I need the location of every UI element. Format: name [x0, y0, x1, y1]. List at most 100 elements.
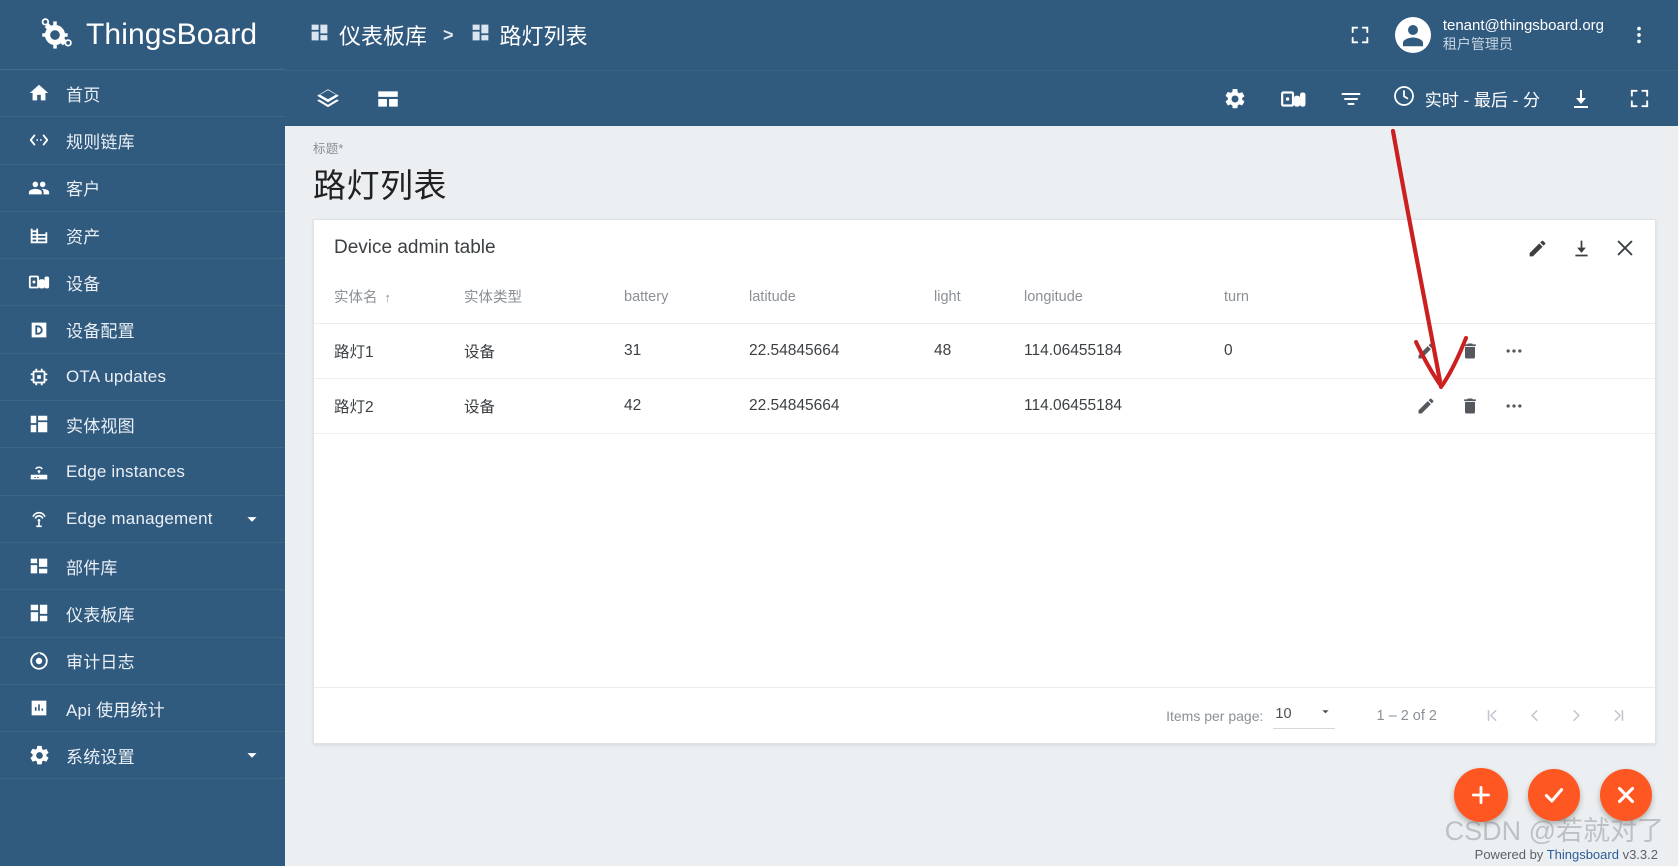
row-more-button[interactable] [1502, 339, 1526, 363]
gear-icon[interactable] [1218, 82, 1252, 116]
row-delete-button[interactable] [1458, 339, 1482, 363]
dashboard-toolbar: 实时 - 最后 - 分 [285, 70, 1678, 126]
thingsboard-app: ThingsBoard 首页 规则链库 客户 资产 设备 设备配置 OTA up… [0, 0, 1678, 866]
sidebar-item-label: Edge management [66, 508, 213, 528]
table-body: 路灯1 设备 31 22.54845664 48 114.06455184 0 [314, 323, 1655, 434]
chevron-down-icon[interactable] [241, 744, 263, 766]
edge-management-icon [26, 506, 52, 532]
row-edit-button[interactable] [1414, 394, 1438, 418]
column-header-battery[interactable]: battery [624, 276, 749, 324]
column-label: 实体名 [334, 290, 378, 306]
apply-changes-fab[interactable] [1528, 769, 1580, 821]
table-head: 实体名 ↑ 实体类型 battery latitude light longitu… [314, 276, 1655, 324]
breadcrumb-separator: > [443, 24, 454, 45]
footer-prefix: Powered by [1474, 847, 1547, 862]
cell-turn [1224, 378, 1414, 434]
previous-page-button[interactable] [1513, 695, 1555, 737]
table-header-row: 实体名 ↑ 实体类型 battery latitude light longitu… [314, 276, 1655, 324]
sidebar-item-label: 仪表板库 [66, 605, 135, 625]
sidebar-nav: 首页 规则链库 客户 资产 设备 设备配置 OTA updates 实体视图 E… [0, 70, 285, 866]
row-edit-button[interactable] [1414, 339, 1438, 363]
edit-widget-button[interactable] [1523, 234, 1551, 262]
last-page-button[interactable] [1597, 695, 1639, 737]
chevron-down-icon[interactable] [241, 508, 263, 530]
row-delete-button[interactable] [1458, 394, 1482, 418]
clock-icon [1392, 84, 1416, 113]
sidebar-item-audit-logs[interactable]: 审计日志 [0, 638, 285, 685]
timewindow-selector[interactable]: 实时 - 最后 - 分 [1392, 84, 1540, 113]
fullscreen-icon[interactable] [1622, 82, 1656, 116]
sidebar-item-home[interactable]: 首页 [0, 70, 285, 118]
sidebar-item-settings[interactable]: 系统设置 [0, 732, 285, 780]
cell-entity-type: 设备 [464, 323, 624, 379]
first-page-button[interactable] [1471, 695, 1513, 737]
sidebar-item-dashboards[interactable]: 仪表板库 [0, 590, 285, 638]
column-header-turn[interactable]: turn [1224, 276, 1414, 324]
dashboard-layout-icon[interactable] [371, 82, 405, 116]
table-empty-space [314, 434, 1655, 687]
widget-title: Device admin table [334, 237, 496, 258]
next-page-button[interactable] [1555, 695, 1597, 737]
add-widget-fab[interactable] [1454, 768, 1508, 822]
row-more-button[interactable] [1502, 394, 1526, 418]
sidebar-item-customers[interactable]: 客户 [0, 165, 285, 212]
sidebar: ThingsBoard 首页 规则链库 客户 资产 设备 设备配置 OTA up… [0, 0, 285, 866]
user-email: tenant@thingsboard.org [1442, 16, 1604, 34]
sidebar-item-label: 实体视图 [66, 416, 135, 436]
user-info: tenant@thingsboard.org 租户管理员 [1443, 17, 1604, 53]
cancel-changes-fab[interactable] [1600, 769, 1652, 821]
device-states-icon[interactable] [1276, 82, 1310, 116]
dashboard-title-field[interactable]: 标题* 路灯列表 [285, 126, 1678, 211]
dashboards-icon [26, 600, 52, 626]
sidebar-item-rule-chains[interactable]: 规则链库 [0, 117, 285, 165]
brand-header[interactable]: ThingsBoard [0, 0, 285, 70]
topbar-actions: tenant@thingsboard.org 租户管理员 [1343, 17, 1656, 53]
breadcrumb-item-dashboards[interactable]: 仪表板库 [309, 19, 427, 51]
sidebar-item-label: 审计日志 [66, 653, 135, 673]
device-admin-table-widget: Device admin table 实体名 ↑ 实体类型 battery la… [313, 219, 1656, 744]
cell-entity-name: 路灯2 [314, 378, 464, 434]
dashboard-body: 标题* 路灯列表 Device admin table 实体名 ↑ 实体类型 b… [285, 126, 1678, 866]
more-vert-icon[interactable] [1622, 18, 1656, 52]
user-menu[interactable]: tenant@thingsboard.org 租户管理员 [1394, 17, 1604, 53]
cell-entity-name: 路灯1 [314, 323, 464, 379]
sidebar-item-ota-updates[interactable]: OTA updates [0, 354, 285, 402]
sidebar-item-device-profiles[interactable]: 设备配置 [0, 306, 285, 354]
sidebar-item-label: Edge instances [66, 461, 186, 481]
remove-widget-button[interactable] [1611, 234, 1639, 262]
fullscreen-icon[interactable] [1343, 18, 1377, 52]
dashboard-title-value[interactable]: 路灯列表 [313, 159, 1678, 207]
filter-icon[interactable] [1334, 82, 1368, 116]
table-row[interactable]: 路灯2 设备 42 22.54845664 114.06455184 [314, 378, 1655, 434]
sidebar-item-api-usage[interactable]: Api 使用统计 [0, 685, 285, 733]
sidebar-item-edge-management[interactable]: Edge management [0, 496, 285, 543]
assets-icon [26, 222, 52, 248]
thingsboard-link[interactable]: Thingsboard [1547, 847, 1619, 862]
sidebar-item-label: 规则链库 [66, 132, 135, 152]
cell-light: 48 [934, 323, 1024, 379]
main-content: 仪表板库 > 路灯列表 tenant@thingsboard.org 租户管理员… [285, 0, 1678, 866]
sidebar-item-devices[interactable]: 设备 [0, 259, 285, 307]
entity-views-icon [26, 411, 52, 437]
dashboard-toolbar-left [311, 82, 405, 116]
sidebar-item-edge-instances[interactable]: Edge instances [0, 448, 285, 496]
download-icon[interactable] [1564, 82, 1598, 116]
column-header-entity-type[interactable]: 实体类型 [464, 276, 624, 324]
table-row[interactable]: 路灯1 设备 31 22.54845664 48 114.06455184 0 [314, 323, 1655, 379]
column-header-longitude[interactable]: longitude [1024, 276, 1224, 324]
sidebar-item-entity-views[interactable]: 实体视图 [0, 401, 285, 449]
cell-latitude: 22.54845664 [749, 323, 934, 379]
column-header-light[interactable]: light [934, 276, 1024, 324]
page-range-label: 1 – 2 of 2 [1376, 707, 1437, 724]
row-actions [1414, 394, 1655, 418]
breadcrumb-item-current[interactable]: 路灯列表 [470, 19, 588, 51]
items-per-page-select[interactable]: 10 [1273, 702, 1335, 729]
sidebar-item-widget-library[interactable]: 部件库 [0, 543, 285, 591]
layers-icon[interactable] [311, 82, 345, 116]
breadcrumb-label: 仪表板库 [339, 24, 428, 49]
export-widget-button[interactable] [1567, 234, 1595, 262]
sidebar-item-assets[interactable]: 资产 [0, 212, 285, 260]
column-header-latitude[interactable]: latitude [749, 276, 934, 324]
column-header-entity-name[interactable]: 实体名 ↑ [314, 276, 464, 324]
sidebar-item-label: 部件库 [66, 558, 118, 578]
